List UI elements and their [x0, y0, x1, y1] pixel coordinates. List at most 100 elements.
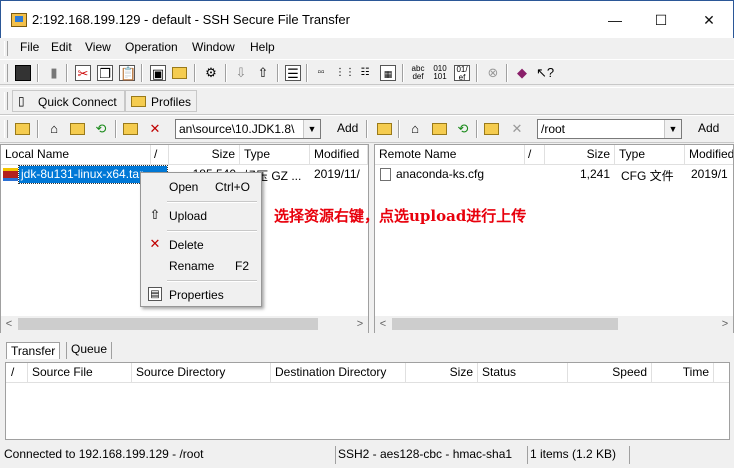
cut-icon[interactable]: ✂ — [75, 65, 91, 81]
remote-home-icon[interactable]: ⌂ — [407, 121, 423, 137]
local-path-value: an\source\10.JDK1.8\ — [179, 122, 295, 136]
context-delete-item[interactable]: ✕ Delete — [143, 234, 259, 256]
ascii-mode-icon[interactable]: abc def — [410, 65, 426, 81]
menu-help[interactable]: Help — [250, 40, 275, 54]
local-parent-folder-icon[interactable] — [70, 123, 85, 135]
context-help-icon[interactable]: ↖? — [536, 65, 554, 81]
transfer-col-source-directory[interactable]: Source Directory — [132, 363, 271, 383]
minimize-button[interactable]: — — [593, 5, 637, 35]
toolbar-separator — [141, 64, 143, 82]
context-properties-item[interactable]: ▤ Properties — [143, 284, 259, 306]
print-icon[interactable]: ▮ — [46, 65, 62, 81]
remote-scroll-thumb[interactable] — [392, 318, 618, 330]
local-col-type[interactable]: Type — [240, 145, 310, 165]
local-home-icon[interactable]: ⌂ — [46, 121, 62, 137]
main-toolbar: ▮ ✂ ❐ 📋 ▣ ⚙ ⇩ ⇧ ☰ ▫▫ ⋮⋮ ☷ ▦ abc def 010 10… — [0, 59, 734, 85]
transfer-col-speed[interactable]: Speed — [568, 363, 652, 383]
toolbar-separator — [306, 64, 308, 82]
small-icons-icon[interactable]: ⋮⋮ — [335, 65, 355, 81]
grid-view-icon[interactable]: ▦ — [380, 65, 396, 81]
profiles-button[interactable]: Profiles — [125, 90, 197, 112]
quick-connect-button[interactable]: ▯ Quick Connect — [12, 90, 125, 112]
local-horizontal-scrollbar[interactable]: < > — [1, 316, 368, 333]
download-arrow-icon[interactable]: ⇩ — [233, 65, 249, 81]
context-menu: Open Ctrl+O ⇧ Upload ✕ Delete Rename F2 … — [140, 172, 262, 307]
local-delete-icon[interactable]: ✕ — [147, 121, 163, 137]
stop-icon[interactable]: ⊗ — [485, 65, 501, 81]
transfer-col-sort[interactable]: / — [6, 363, 28, 383]
remote-path-dropdown-icon[interactable]: ▼ — [664, 120, 681, 138]
remote-file-size: 1,241 — [579, 167, 610, 181]
menu-operation[interactable]: Operation — [125, 40, 178, 54]
remote-add-button[interactable]: Add — [698, 121, 719, 135]
local-add-button[interactable]: Add — [337, 121, 358, 135]
remote-col-type[interactable]: Type — [615, 145, 685, 165]
scroll-right-icon[interactable]: > — [353, 318, 367, 330]
list-view-icon[interactable]: ☷ — [357, 65, 373, 81]
help-book-icon[interactable]: ◆ — [514, 65, 530, 81]
toolbar-grip — [4, 64, 8, 82]
remote-parent-folder-icon[interactable] — [432, 123, 447, 135]
remote-file-row[interactable]: anaconda-ks.cfg 1,241 CFG 文件 2019/1 — [375, 166, 733, 184]
save-icon[interactable] — [15, 65, 31, 81]
local-up-folder-icon[interactable] — [15, 123, 30, 135]
context-rename-label: Rename — [169, 259, 215, 273]
transfer-col-source-file[interactable]: Source File — [28, 363, 132, 383]
title-bar: 2:192.168.199.129 - default - SSH Secure… — [0, 0, 734, 38]
scroll-left-icon[interactable]: < — [2, 318, 16, 330]
maximize-button[interactable]: ☐ — [639, 5, 683, 35]
local-scroll-thumb[interactable] — [18, 318, 318, 330]
context-rename-item[interactable]: Rename F2 — [143, 255, 259, 277]
pane-splitter[interactable] — [0, 333, 734, 339]
remote-refresh-icon[interactable]: ⟲ — [455, 121, 471, 137]
auto-mode-icon[interactable]: 01/ef — [454, 65, 470, 82]
upload-arrow-icon[interactable]: ⇧ — [255, 65, 271, 81]
remote-delete-icon[interactable]: ✕ — [509, 121, 525, 137]
paste-icon[interactable]: 📋 — [119, 65, 136, 81]
transfer-header: / Source File Source Directory Destinati… — [6, 363, 729, 383]
menu-file[interactable]: File — [20, 40, 39, 54]
remote-col-sort[interactable]: / — [525, 145, 545, 165]
app-icon — [11, 13, 27, 27]
transfer-col-status[interactable]: Status — [478, 363, 568, 383]
scroll-left-icon[interactable]: < — [376, 318, 390, 330]
remote-path-combo[interactable]: /root ▼ — [537, 119, 682, 139]
tab-transfer[interactable]: Transfer — [6, 342, 61, 359]
new-terminal-icon[interactable]: ▣ — [150, 65, 166, 81]
large-icons-icon[interactable]: ▫▫ — [313, 65, 329, 81]
transfer-col-destination-directory[interactable]: Destination Directory — [271, 363, 406, 383]
transfer-col-time[interactable]: Time — [652, 363, 714, 383]
menu-window[interactable]: Window — [192, 40, 235, 54]
local-path-combo[interactable]: an\source\10.JDK1.8\ ▼ — [175, 119, 321, 139]
remote-col-modified[interactable]: Modified — [685, 145, 733, 165]
status-extra — [629, 446, 731, 464]
remote-new-folder-icon[interactable] — [484, 123, 499, 135]
binary-mode-icon[interactable]: 010 101 — [432, 65, 448, 81]
local-path-dropdown-icon[interactable]: ▼ — [303, 120, 320, 138]
context-upload-item[interactable]: ⇧ Upload — [143, 205, 259, 227]
remote-col-name[interactable]: Remote Name — [375, 145, 525, 165]
open-folder-icon[interactable] — [172, 67, 187, 79]
copy-icon[interactable]: ❐ — [97, 65, 113, 81]
local-col-modified[interactable]: Modified — [310, 145, 368, 165]
local-refresh-icon[interactable]: ⟲ — [93, 121, 109, 137]
local-col-sort[interactable]: / — [151, 145, 169, 165]
details-view-icon[interactable]: ☰ — [285, 65, 301, 81]
tab-queue[interactable]: Queue — [66, 342, 113, 359]
remote-col-size[interactable]: Size — [545, 145, 615, 165]
local-col-size[interactable]: Size — [169, 145, 240, 165]
local-col-name[interactable]: Local Name — [1, 145, 151, 165]
scroll-right-icon[interactable]: > — [718, 318, 732, 330]
window-title: 2:192.168.199.129 - default - SSH Secure… — [32, 12, 350, 27]
remote-horizontal-scrollbar[interactable]: < > — [375, 316, 733, 333]
transfer-col-size[interactable]: Size — [406, 363, 478, 383]
remote-up-folder-icon[interactable] — [377, 123, 392, 135]
toolbar-separator — [476, 64, 478, 82]
local-new-folder-icon[interactable] — [123, 123, 138, 135]
menu-edit[interactable]: Edit — [51, 40, 72, 54]
menu-view[interactable]: View — [85, 40, 111, 54]
context-separator — [167, 230, 257, 232]
close-button[interactable]: ✕ — [687, 5, 731, 35]
settings-icon[interactable]: ⚙ — [203, 65, 219, 81]
context-open-item[interactable]: Open Ctrl+O — [143, 176, 259, 198]
